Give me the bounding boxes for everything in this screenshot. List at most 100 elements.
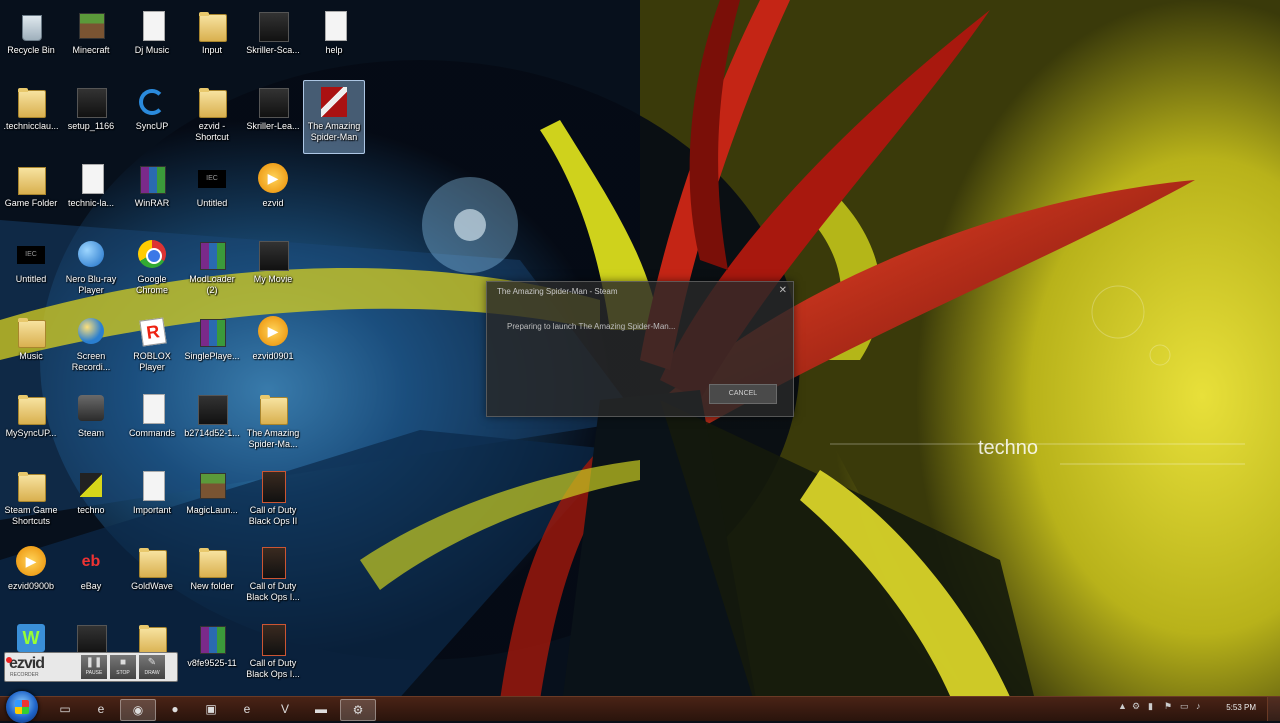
desktop-icon-goldwave[interactable]: GoldWave [121, 540, 183, 614]
desktop-icon-skriller-sca[interactable]: Skriller-Sca... [242, 4, 304, 78]
desktop-icon-important[interactable]: Important [121, 464, 183, 538]
desktop-icon-syncup[interactable]: SyncUP [121, 80, 183, 154]
clock[interactable]: 5:53 PM [1226, 703, 1256, 712]
black-icon [195, 162, 229, 196]
desktop-icon-roblox-player[interactable]: ROBLOX Player [121, 310, 183, 384]
desktop-icon-mysyncup[interactable]: MySyncUP... [0, 387, 62, 461]
folder-icon [135, 545, 169, 579]
desktop-icon-ezvid0901[interactable]: ezvid0901 [242, 310, 304, 384]
desktop-icon-label: MySyncUP... [5, 428, 57, 438]
dark-icon [256, 85, 290, 119]
desktop-icon-label: Steam [77, 428, 104, 438]
desktop-icon-ezvid0900b[interactable]: ezvid0900b [0, 540, 62, 614]
desktop-icon-label: Input [201, 45, 223, 55]
desktop-icon-google-chrome[interactable]: Google Chrome [121, 233, 183, 307]
desktop-icon-recycle-bin[interactable]: Recycle Bin [0, 4, 62, 78]
play-icon [256, 162, 290, 196]
taskbar-chrome[interactable]: ◉ [120, 699, 156, 721]
desktop-icon-v8fe9525-11[interactable]: v8fe9525-11 [181, 617, 243, 691]
draw-button[interactable]: ✎ DRAW [139, 655, 165, 679]
pause-icon: ❚❚ [85, 657, 103, 668]
desktop-icon-singleplaye[interactable]: SinglePlaye... [181, 310, 243, 384]
system-tray: ▲ ⚙ ▮ ⚑ ▭ ♪ 5:53 PM [1110, 697, 1280, 721]
steam-icon: ⚙ [352, 703, 364, 717]
desktop-icon-label: Game Folder [4, 198, 58, 208]
ie-icon: e [97, 702, 105, 716]
desktop-icon-label: Dj Music [134, 45, 170, 55]
play-icon [256, 315, 290, 349]
spider-icon [317, 85, 351, 119]
taskbar-winamp[interactable]: ▣ [194, 699, 228, 719]
rar-icon [135, 162, 169, 196]
chrome-icon: ◉ [132, 703, 144, 717]
desktop-icon-ezvid-shortcut[interactable]: ezvid - Shortcut [181, 80, 243, 154]
file-icon [135, 9, 169, 43]
desktop-icon-the-amazing-spider-man[interactable]: The Amazing Spider-Man [303, 80, 365, 154]
taskbar-v[interactable]: V [268, 699, 302, 719]
ezvid-logo: ezvid [5, 655, 45, 672]
desktop-icon-steam-game-shortcuts[interactable]: Steam Game Shortcuts [0, 464, 62, 538]
desktop-icon-dj-music[interactable]: Dj Music [121, 4, 183, 78]
cancel-button[interactable]: CANCEL [709, 384, 777, 404]
desktop-icon-commands[interactable]: Commands [121, 387, 183, 461]
cube-icon [74, 9, 108, 43]
tray-flag-icon[interactable]: ⚑ [1164, 701, 1172, 712]
desktop-icon-magiclaun[interactable]: MagicLaun... [181, 464, 243, 538]
desktop-icon-screen-recordi[interactable]: Screen Recordi... [60, 310, 122, 384]
desktop-icon-technic-la[interactable]: technic-la... [60, 157, 122, 231]
taskbar-monitor[interactable]: ▬ [304, 699, 338, 719]
desktop-icon-modloader-2[interactable]: ModLoader (2) [181, 233, 243, 307]
desktop-icon-winrar[interactable]: WinRAR [121, 157, 183, 231]
desktop-icon-b2714d52-1[interactable]: b2714d52-1... [181, 387, 243, 461]
cube-icon [195, 469, 229, 503]
desktop-icon-minecraft[interactable]: Minecraft [60, 4, 122, 78]
desktop-icon-technicclau[interactable]: .technicclau... [0, 80, 62, 154]
desktop-icon-skriller-lea[interactable]: Skriller-Lea... [242, 80, 304, 154]
desktop-icon-techno[interactable]: techno [60, 464, 122, 538]
taskbar-steam[interactable]: ⚙ [340, 699, 376, 721]
desktop-icon-the-amazing-spider-ma[interactable]: The Amazing Spider-Ma... [242, 387, 304, 461]
desktop-icon-new-folder[interactable]: New folder [181, 540, 243, 614]
taskbar-ie[interactable]: e [84, 699, 118, 719]
desktop-icon-ezvid[interactable]: ezvid [242, 157, 304, 231]
dark-icon [195, 392, 229, 426]
tray-network-icon[interactable]: ▮ [1148, 701, 1153, 712]
desktop-icon-input[interactable]: Input [181, 4, 243, 78]
desktop-icon-music[interactable]: Music [0, 310, 62, 384]
file-icon [135, 469, 169, 503]
stop-button[interactable]: ■ STOP [110, 655, 136, 679]
desktop-icon-label: Call of Duty Black Ops II [248, 505, 298, 526]
pause-label: PAUSE [85, 670, 103, 676]
taskbar-ie2[interactable]: e [230, 699, 264, 719]
taskbar-explorer[interactable]: ▭ [48, 699, 82, 719]
gamefolder-icon [14, 162, 48, 196]
desktop-icon-steam[interactable]: Steam [60, 387, 122, 461]
folder-icon [14, 469, 48, 503]
desktop-icon-untitled[interactable]: Untitled [181, 157, 243, 231]
tray-steam-icon[interactable]: ⚙ [1132, 701, 1140, 712]
desktop-icon-untitled[interactable]: Untitled [0, 233, 62, 307]
v-icon: V [280, 702, 289, 716]
tray-display-icon[interactable]: ▭ [1180, 701, 1189, 712]
close-icon[interactable]: ✕ [779, 285, 787, 296]
dark-icon [74, 622, 108, 656]
taskbar: ▭ e ◉ ● ▣ e V ▬ ⚙ ▲ ⚙ ▮ ⚑ ▭ ♪ 5:53 PM [0, 691, 1280, 723]
taskbar-ezvid[interactable]: ● [158, 699, 192, 719]
pause-button[interactable]: ❚❚ PAUSE [81, 655, 107, 679]
show-desktop-button[interactable] [1267, 697, 1280, 721]
cod-icon [256, 545, 290, 579]
desktop-icon-my-movie[interactable]: My Movie [242, 233, 304, 307]
tray-volume-icon[interactable]: ♪ [1196, 701, 1201, 711]
desktop-icon-setup-1166[interactable]: setup_1166 [60, 80, 122, 154]
desktop-icon-label: ezvid0900b [7, 581, 55, 591]
desktop-icon-help[interactable]: help [303, 4, 365, 78]
desktop-icon-call-of-duty-black-ops-i[interactable]: Call of Duty Black Ops I... [242, 617, 304, 691]
start-button[interactable] [6, 691, 38, 723]
tray-arrow-icon[interactable]: ▲ [1118, 701, 1127, 711]
desktop-icon-game-folder[interactable]: Game Folder [0, 157, 62, 231]
desktop-icon-ebay[interactable]: eBay [60, 540, 122, 614]
desktop-icon-call-of-duty-black-ops-i[interactable]: Call of Duty Black Ops I... [242, 540, 304, 614]
desktop-icon-label: Commands [128, 428, 175, 438]
desktop-icon-nero-blu-ray-player[interactable]: Nero Blu-ray Player [60, 233, 122, 307]
desktop-icon-call-of-duty-black-ops-ii[interactable]: Call of Duty Black Ops II [242, 464, 304, 538]
